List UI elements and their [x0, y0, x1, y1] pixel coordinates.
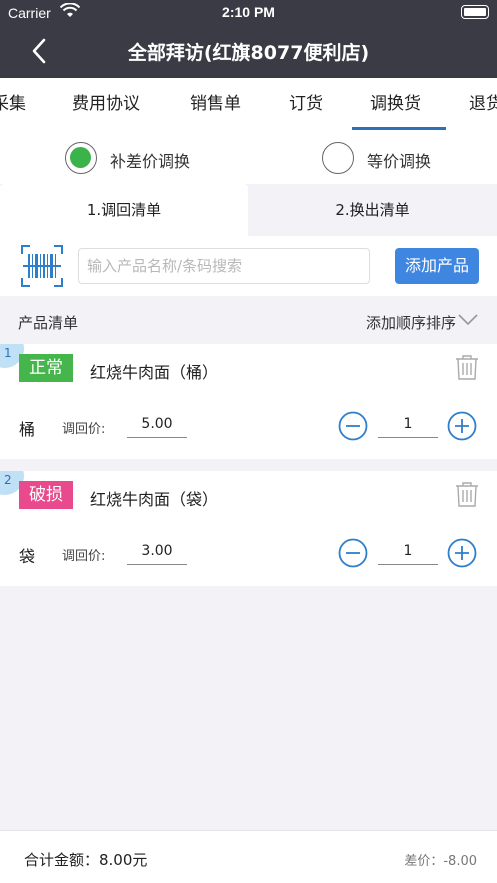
unit-label: 桶 [19, 420, 36, 439]
plus-icon[interactable] [447, 411, 477, 441]
tab-return[interactable]: 退货 [469, 78, 497, 132]
product-name: 红烧牛肉面（桶） [90, 363, 219, 382]
nav-bar: Carrier 2:10 PM 全部拜访(红旗8077便利店) [0, 0, 497, 78]
product-name: 红烧牛肉面（袋） [90, 490, 219, 509]
return-price-field[interactable]: 5.00 [127, 416, 187, 438]
radio-label-equal-value[interactable]: 等价调换 [367, 148, 431, 172]
tab-collect[interactable]: 采集 [0, 78, 26, 132]
search-bar: 添加产品 [0, 236, 497, 296]
sub-tab-bar: 1.调回清单 2.换出清单 [0, 184, 497, 236]
price-label: 调回价: [62, 422, 106, 437]
status-bar: Carrier 2:10 PM [0, 0, 497, 26]
sort-button[interactable]: 添加顺序排序 [366, 312, 456, 333]
list-title: 产品清单 [18, 314, 79, 332]
item-index: 1 [4, 346, 12, 360]
battery-icon [461, 5, 489, 19]
tab-order[interactable]: 订货 [289, 78, 323, 132]
page-title: 全部拜访(红旗8077便利店) [127, 42, 370, 64]
price-difference: 差价：-8.00 [404, 854, 477, 869]
radio-selected-dot [70, 147, 91, 168]
list-item: 1 正常 红烧牛肉面（桶） 桶 调回价: 5.00 1 [0, 344, 497, 459]
subtab-exchange-out-list[interactable]: 2.换出清单 [248, 184, 497, 236]
radio-label-price-difference[interactable]: 补差价调换 [110, 148, 190, 172]
trash-icon[interactable] [455, 481, 479, 507]
subtab-return-list[interactable]: 1.调回清单 [0, 184, 248, 236]
status-badge: 正常 [19, 354, 73, 382]
exchange-mode-selector: 补差价调换 等价调换 [0, 132, 497, 184]
radio-equal-value[interactable] [322, 142, 354, 174]
minus-icon[interactable] [338, 411, 368, 441]
clock: 2:10 PM [222, 4, 275, 20]
plus-icon[interactable] [447, 538, 477, 568]
quantity-field[interactable]: 1 [378, 543, 438, 565]
unit-label: 袋 [19, 547, 36, 566]
trash-icon[interactable] [455, 354, 479, 380]
minus-icon[interactable] [338, 538, 368, 568]
barcode-scan-icon[interactable] [20, 244, 64, 288]
return-price-field[interactable]: 3.00 [127, 543, 187, 565]
footer-summary: 合计金额：8.00元 差价：-8.00 [0, 830, 497, 883]
tab-exchange[interactable]: 调换货 [370, 78, 421, 132]
list-header: 产品清单 添加顺序排序 [0, 296, 497, 344]
tab-bar: 采集 费用协议 销售单 订货 调换货 退货 [0, 78, 497, 132]
radio-price-difference[interactable] [65, 142, 97, 174]
chevron-down-icon[interactable] [457, 313, 479, 327]
quantity-field[interactable]: 1 [378, 416, 438, 438]
list-item: 2 破损 红烧牛肉面（袋） 袋 调回价: 3.00 1 [0, 471, 497, 586]
status-badge: 破损 [19, 481, 73, 509]
tab-expense-agreement[interactable]: 费用协议 [72, 78, 140, 132]
price-label: 调回价: [62, 549, 106, 564]
tab-sales-order[interactable]: 销售单 [190, 78, 241, 132]
item-index: 2 [4, 473, 12, 487]
add-product-button[interactable]: 添加产品 [395, 248, 479, 284]
search-input[interactable] [78, 248, 370, 284]
active-tab-indicator [352, 127, 446, 130]
total-amount: 合计金额：8.00元 [24, 851, 148, 869]
